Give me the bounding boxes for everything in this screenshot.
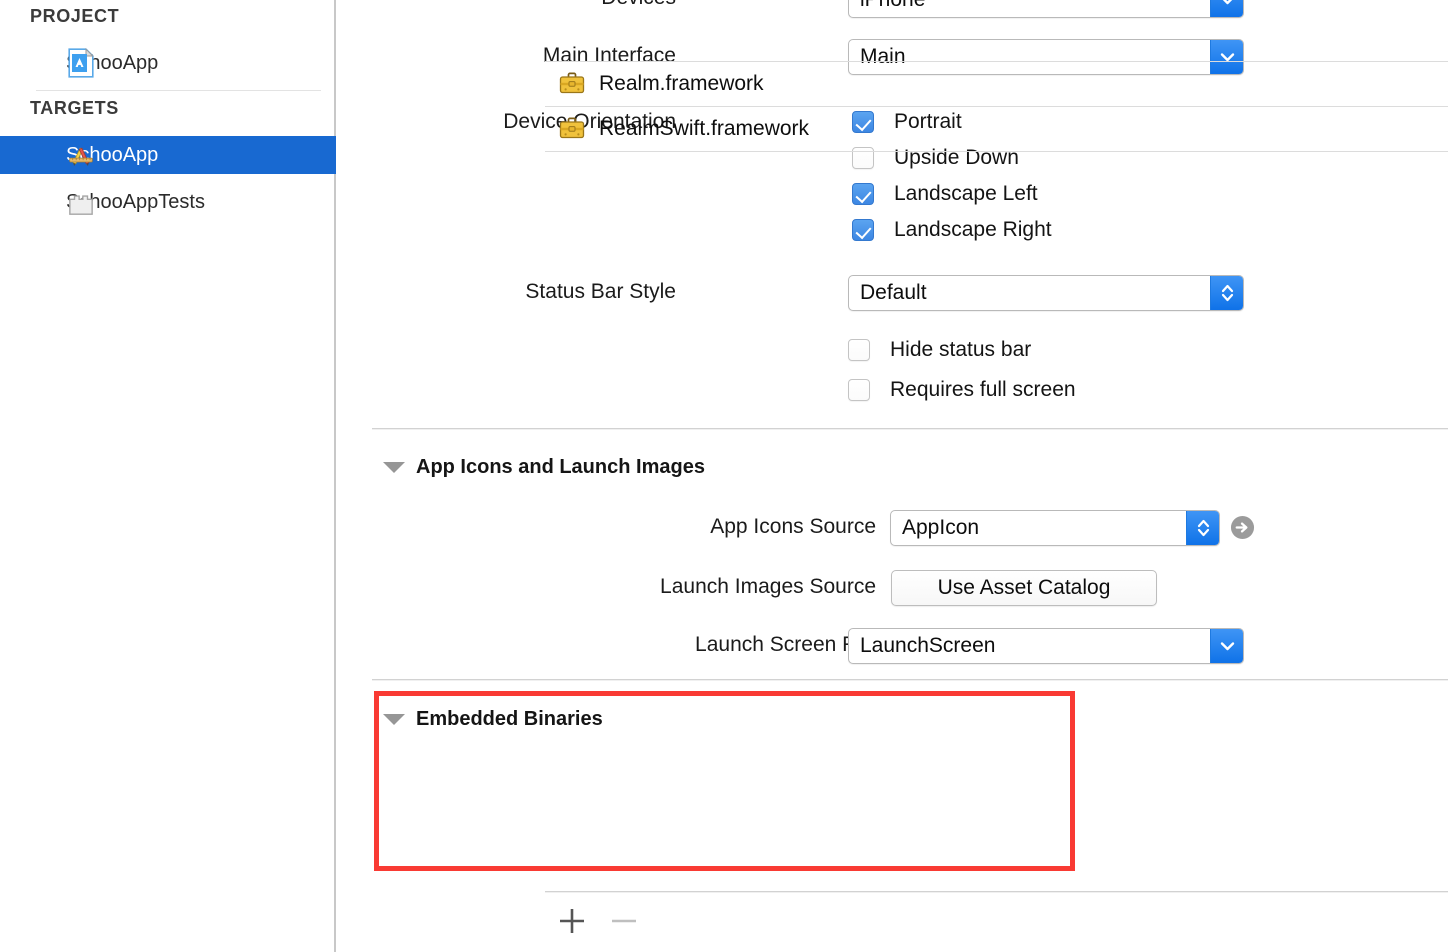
section-separator — [372, 679, 1448, 681]
checkbox-label: Requires full screen — [890, 378, 1076, 401]
chevron-up-down-icon[interactable] — [1186, 511, 1219, 545]
status-bar-style-dropdown[interactable]: Default — [848, 275, 1244, 311]
sidebar-item-target-schooapp[interactable]: SchooApp — [0, 136, 336, 174]
table-row-separator — [545, 151, 1448, 152]
sidebar-item-label: SchooAppTests — [66, 190, 205, 213]
checkbox-hide-status-bar[interactable] — [848, 339, 870, 361]
framework-name: Realm.framework — [599, 72, 764, 95]
table-row[interactable]: RealmSwift.framework — [545, 107, 1448, 151]
project-navigator-sidebar: PROJECT SchooApp TARGETS SchooApp SchooA… — [0, 0, 336, 952]
sidebar-item-label: SchooApp — [66, 143, 159, 166]
checkbox-landscape-right[interactable] — [852, 219, 874, 241]
sidebar-item-label: SchooApp — [66, 51, 159, 74]
launch-screen-file-value: LaunchScreen — [860, 634, 996, 657]
framework-briefcase-icon — [559, 117, 585, 139]
disclosure-triangle-down-icon[interactable] — [383, 714, 405, 725]
chevron-down-icon[interactable] — [1210, 0, 1243, 17]
status-bar-style-label: Status Bar Style — [525, 280, 676, 303]
add-binary-button[interactable] — [555, 904, 589, 938]
checkbox-label: Hide status bar — [890, 338, 1032, 361]
section-separator — [372, 428, 1448, 430]
checkbox-row-landscape-left[interactable]: Landscape Left — [852, 182, 1038, 206]
status-bar-style-value: Default — [860, 281, 927, 304]
use-asset-catalog-button[interactable]: Use Asset Catalog — [891, 570, 1157, 606]
table-row[interactable]: Realm.framework — [545, 62, 1448, 106]
sidebar-group-targets-label: TARGETS — [30, 98, 119, 118]
section-title: Embedded Binaries — [416, 708, 603, 730]
devices-label: Devices — [396, 0, 676, 10]
app-icons-source-value: AppIcon — [902, 516, 980, 539]
framework-name: RealmSwift.framework — [599, 117, 810, 140]
app-icons-source-label: App Icons Source — [710, 515, 876, 538]
section-header-embedded-binaries[interactable]: Embedded Binaries — [383, 708, 603, 731]
section-title: App Icons and Launch Images — [416, 456, 705, 478]
devices-value: iPhone — [849, 0, 1210, 12]
chevron-down-icon[interactable] — [1210, 629, 1243, 663]
checkbox-label: Landscape Left — [894, 182, 1038, 205]
framework-briefcase-icon — [559, 72, 585, 94]
launch-images-source-label: Launch Images Source — [660, 575, 876, 598]
devices-dropdown[interactable]: iPhone — [848, 0, 1244, 18]
chevron-up-down-icon[interactable] — [1210, 276, 1243, 310]
checkbox-row-landscape-right[interactable]: Landscape Right — [852, 218, 1052, 242]
sidebar-item-project-schooapp[interactable]: SchooApp — [0, 44, 336, 82]
checkbox-row-requires-full-screen[interactable]: Requires full screen — [848, 378, 1076, 402]
checkbox-row-hide-status-bar[interactable]: Hide status bar — [848, 338, 1031, 362]
remove-binary-button[interactable] — [607, 904, 641, 938]
app-icons-source-dropdown[interactable]: AppIcon — [890, 510, 1220, 546]
section-header-app-icons-and-launch-images[interactable]: App Icons and Launch Images — [383, 456, 705, 479]
launch-screen-file-dropdown[interactable]: LaunchScreen — [848, 628, 1244, 664]
checkbox-landscape-left[interactable] — [852, 183, 874, 205]
sidebar-group-project-label: PROJECT — [30, 6, 120, 26]
xcode-target-general-screen: PROJECT SchooApp TARGETS SchooApp SchooA… — [0, 0, 1448, 952]
arrow-right-circle-icon[interactable] — [1230, 515, 1255, 540]
footer-separator — [545, 891, 1448, 893]
launch-screen-file-label: Launch Screen File — [695, 633, 876, 656]
sidebar-item-target-schooapptests[interactable]: SchooAppTests — [0, 183, 336, 221]
checkbox-requires-full-screen[interactable] — [848, 379, 870, 401]
checkbox-label: Landscape Right — [894, 218, 1052, 241]
disclosure-triangle-down-icon[interactable] — [383, 462, 405, 473]
sidebar-divider — [36, 90, 321, 91]
target-general-editor: Devices iPhone Main Interface Main Devic… — [338, 0, 1448, 952]
